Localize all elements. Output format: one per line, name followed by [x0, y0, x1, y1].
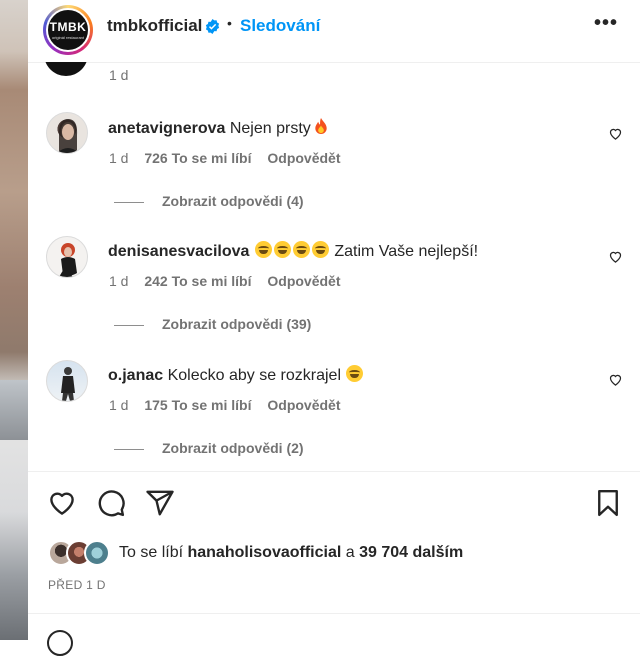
verified-badge-icon [205, 19, 220, 34]
comment-meta: 1 d 175 To se mi líbí Odpovědět [109, 397, 353, 413]
likes-prefix: To se líbí [119, 544, 184, 561]
comment-likes[interactable]: 175 To se mi líbí [144, 397, 251, 413]
replies-divider [114, 324, 144, 326]
comment-body: Zatim Vaše nejlepší! [334, 243, 479, 260]
laughing-emoji-icon [292, 241, 310, 258]
logo-subtext: originál restaurant [51, 35, 85, 40]
laughing-emoji-icon [254, 241, 272, 258]
account-username[interactable]: tmbkofficial [107, 16, 202, 36]
more-options-icon[interactable]: ••• [594, 12, 618, 35]
heart-icon[interactable] [47, 488, 77, 518]
liker-avatars[interactable] [48, 540, 118, 566]
reply-button[interactable]: Odpovědět [267, 273, 340, 289]
comment-time: 1 d [109, 397, 129, 413]
comment-likes[interactable]: 242 To se mi líbí [144, 273, 251, 289]
account-avatar[interactable]: TMBK originál restaurant [43, 5, 93, 55]
comment-meta: 1 d 242 To se mi líbí Odpovědět [109, 273, 353, 289]
comment-time: 1 d [109, 273, 129, 289]
fire-emoji-icon [315, 118, 327, 135]
laughing-emoji-icon [273, 241, 291, 258]
reply-button[interactable]: Odpovědět [267, 397, 340, 413]
avatar[interactable] [46, 112, 88, 154]
comment-body: Nejen prsty [229, 120, 311, 137]
comment-likes[interactable]: 726 To se mi líbí [144, 150, 251, 166]
comment-icon[interactable] [96, 488, 126, 518]
like-comment-heart-icon[interactable] [608, 372, 623, 387]
likes-connector: a [345, 544, 355, 561]
post-header: TMBK originál restaurant tmbkofficial • … [28, 0, 640, 63]
view-replies-button[interactable]: Zobrazit odpovědi (2) [114, 440, 304, 456]
comment-text: denisanesvacilova Zatim Vaše nejlepší! [108, 241, 478, 261]
comment-username[interactable]: denisanesvacilova [108, 243, 249, 260]
bookmark-icon[interactable] [593, 488, 623, 518]
like-comment-heart-icon[interactable] [608, 126, 623, 141]
likes-summary: To se líbí hanaholisovaofficial a 39 704… [119, 544, 463, 562]
laughing-emoji-icon [311, 241, 329, 258]
previous-comment-time: 1 d [109, 67, 129, 83]
likes-others[interactable]: 39 704 dalším [359, 544, 463, 561]
previous-comment-avatar [44, 62, 88, 76]
avatar[interactable] [46, 236, 88, 278]
view-replies-label: Zobrazit odpovědi (2) [162, 440, 304, 456]
post-timestamp[interactable]: PŘED 1 D [48, 578, 106, 592]
comment-text: o.janac Kolecko aby se rozkrajel [108, 365, 364, 385]
comment-body: Kolecko aby se rozkrajel [167, 367, 342, 384]
post-panel: TMBK originál restaurant tmbkofficial • … [28, 0, 640, 656]
divider [28, 471, 640, 472]
following-button[interactable]: Sledování [240, 16, 320, 36]
separator: • [227, 15, 232, 31]
comment-username[interactable]: o.janac [108, 367, 163, 384]
share-icon[interactable] [145, 488, 175, 518]
reply-button[interactable]: Odpovědět [267, 150, 340, 166]
like-comment-heart-icon[interactable] [608, 249, 623, 264]
view-replies-label: Zobrazit odpovědi (4) [162, 193, 304, 209]
replies-divider [114, 201, 144, 203]
comment-time: 1 d [109, 150, 129, 166]
comment-text: anetavignerova Nejen prsty [108, 118, 328, 138]
avatar [84, 540, 110, 566]
liker-username[interactable]: hanaholisovaofficial [187, 544, 341, 561]
comment-username[interactable]: anetavignerova [108, 120, 225, 137]
view-replies-button[interactable]: Zobrazit odpovědi (39) [114, 316, 311, 332]
emoji-picker-icon[interactable] [47, 630, 73, 656]
replies-divider [114, 448, 144, 450]
comment-meta: 1 d 726 To se mi líbí Odpovědět [109, 150, 353, 166]
background-photo [0, 0, 28, 640]
divider [28, 613, 640, 614]
laughing-emoji-icon [346, 365, 364, 382]
logo-text: TMBK [49, 20, 87, 34]
view-replies-label: Zobrazit odpovědi (39) [162, 316, 312, 332]
avatar[interactable] [46, 360, 88, 402]
view-replies-button[interactable]: Zobrazit odpovědi (4) [114, 193, 304, 209]
